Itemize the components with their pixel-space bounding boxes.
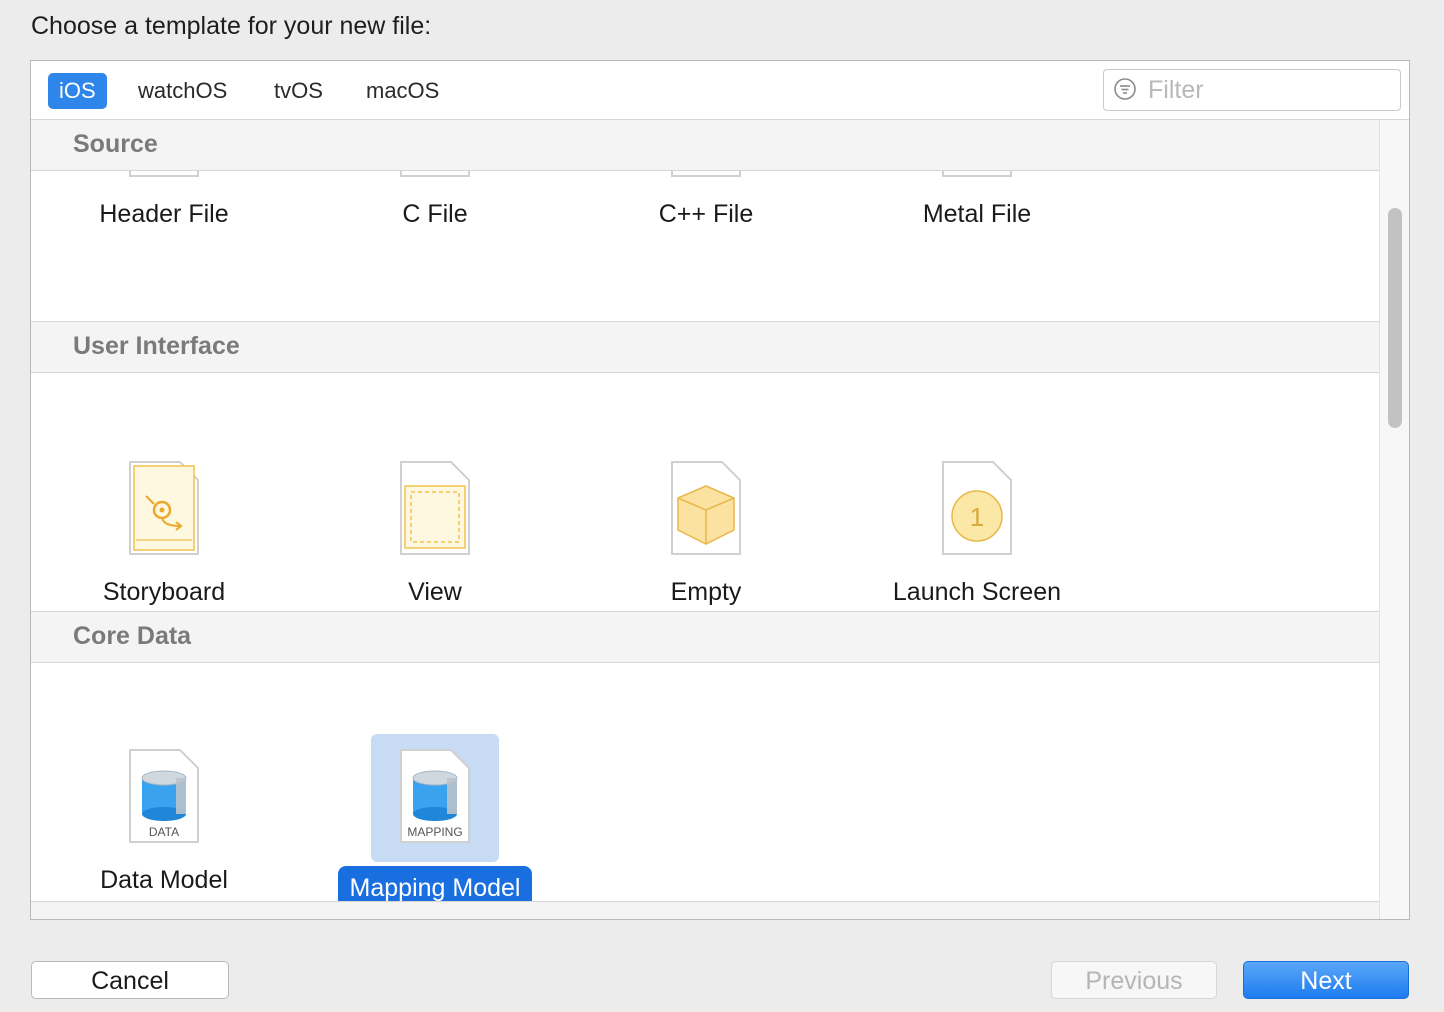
template-label: Storyboard [102,578,226,606]
template-header-file[interactable]: h Header File [54,170,274,268]
empty-icon [642,446,770,574]
c-file-icon: c [371,170,499,196]
svg-text:1: 1 [970,502,984,532]
template-data-model[interactable]: DATA Data Model [54,734,274,919]
filter-field[interactable] [1103,69,1401,111]
template-label: Empty [670,578,742,606]
launch-screen-icon: 1 [913,446,1041,574]
platform-tab-bar: iOS watchOS tvOS macOS [31,61,1409,120]
header-file-icon: h [100,170,228,196]
source-items: h Header File c C File c++ [31,170,1379,320]
cancel-button[interactable]: Cancel [31,961,229,999]
template-list[interactable]: Source h Header File c [31,120,1379,919]
section-header-source-overlay: Source [31,120,1379,171]
section-header-user-interface: User Interface [31,321,1379,373]
template-label: Launch Screen [892,578,1062,606]
mapping-model-icon: MAPPING [371,734,499,862]
template-chooser: iOS watchOS tvOS macOS Source [30,60,1410,920]
template-cpp-file[interactable]: c++ C++ File [596,170,816,268]
template-label: View [408,578,462,606]
filter-icon [1114,78,1136,100]
section-title: User Interface [73,332,240,360]
svg-text:M: M [960,170,993,177]
template-metal-file[interactable]: M Metal File [867,170,1087,268]
section-header-clipped [31,901,1379,919]
section-header-core-data: Core Data [31,611,1379,663]
previous-button[interactable]: Previous [1051,961,1217,999]
template-c-file[interactable]: c C File [325,170,545,268]
next-button[interactable]: Next [1243,961,1409,999]
scrollbar-thumb[interactable] [1388,208,1402,428]
tab-tvos[interactable]: tvOS [263,73,334,109]
template-mapping-model[interactable]: MAPPING Mapping Model [325,734,545,919]
template-label: C++ File [658,200,754,228]
template-label: Header File [99,200,229,228]
tab-ios[interactable]: iOS [48,73,107,109]
section-title: Source [73,130,158,158]
template-label: C File [402,200,468,228]
view-icon [371,446,499,574]
section-title: Core Data [73,622,192,650]
data-model-icon: DATA [100,734,228,862]
svg-text:DATA: DATA [149,825,179,839]
vertical-scrollbar[interactable] [1379,120,1409,919]
cpp-file-icon: c++ [642,170,770,196]
svg-text:MAPPING: MAPPING [407,825,462,839]
tab-macos[interactable]: macOS [355,73,450,109]
storyboard-icon [100,446,228,574]
svg-text:h: h [152,170,176,178]
metal-file-icon: M [913,170,1041,196]
dialog-prompt: Choose a template for your new file: [31,12,432,40]
template-label: Metal File [922,200,1032,228]
tab-watchos[interactable]: watchOS [127,73,238,109]
filter-input[interactable] [1146,74,1390,106]
template-label: Data Model [100,866,228,894]
